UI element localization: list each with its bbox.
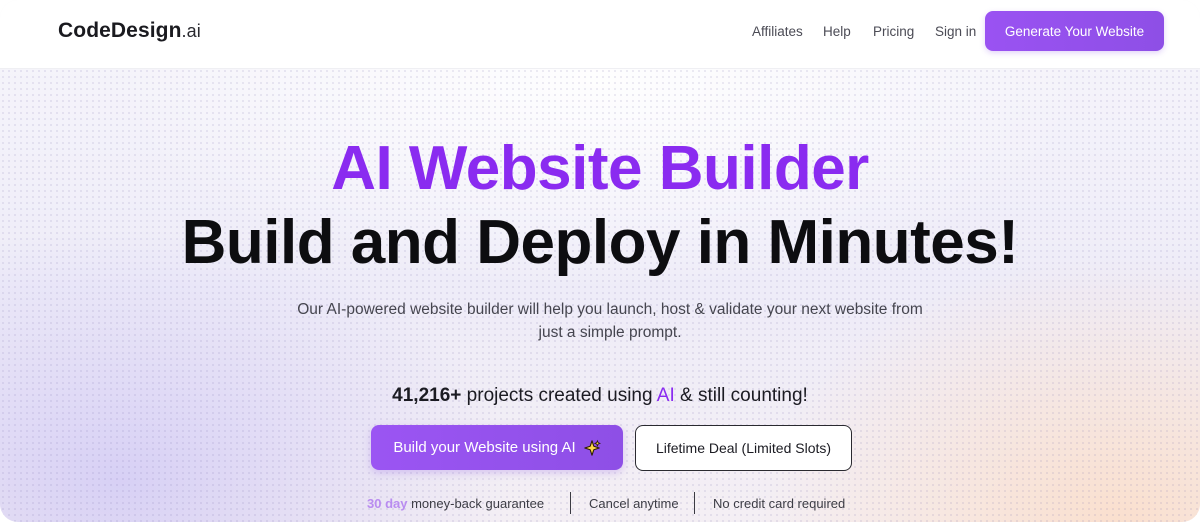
build-website-label: Build your Website using AI <box>393 439 576 456</box>
guarantees-row: 30 day money-back guarantee Cancel anyti… <box>0 492 1200 516</box>
nav-link-pricing[interactable]: Pricing <box>873 24 914 39</box>
hero-title-secondary: Build and Deploy in Minutes! <box>181 208 1019 277</box>
hero-subtitle-line-2: just a simple prompt. <box>538 324 682 341</box>
divider <box>570 492 571 514</box>
hero-subtitle: Our AI-powered website builder will help… <box>270 298 950 344</box>
hero-subtitle-line-1: Our AI-powered website builder will help… <box>297 301 923 318</box>
guarantee-no-credit-card: No credit card required <box>713 496 846 511</box>
divider <box>694 492 695 514</box>
nav-link-help[interactable]: Help <box>823 24 851 39</box>
top-navbar: CodeDesign.ai Affiliates Help Pricing Si… <box>0 0 1200 69</box>
build-website-button[interactable]: Build your Website using AI <box>371 425 623 470</box>
guarantee-cancel-anytime: Cancel anytime <box>589 496 679 511</box>
hero-title-primary: AI Website Builder <box>331 134 869 203</box>
projects-count: 41,216+ <box>392 385 462 406</box>
nav-link-affiliates[interactable]: Affiliates <box>752 24 803 39</box>
sparkle-icon <box>583 439 601 456</box>
guarantee-money-back-text: money-back guarantee <box>407 496 545 511</box>
brand-suffix: .ai <box>181 21 201 41</box>
projects-ai-word: AI <box>656 385 675 406</box>
brand-logo[interactable]: CodeDesign.ai <box>58 19 201 43</box>
guarantee-money-back: 30 day money-back guarantee <box>367 496 544 511</box>
projects-text-before: projects created using <box>461 385 657 406</box>
projects-text-after: & still counting! <box>674 385 808 406</box>
brand-name: CodeDesign <box>58 19 182 42</box>
lifetime-deal-button[interactable]: Lifetime Deal (Limited Slots) <box>635 425 852 471</box>
guarantee-days: 30 day <box>367 496 408 511</box>
projects-counter: 41,216+ projects created using AI & stil… <box>0 385 1200 407</box>
generate-website-button[interactable]: Generate Your Website <box>985 11 1164 51</box>
nav-link-sign-in[interactable]: Sign in <box>935 24 976 39</box>
page-frame: CodeDesign.ai Affiliates Help Pricing Si… <box>0 0 1200 522</box>
